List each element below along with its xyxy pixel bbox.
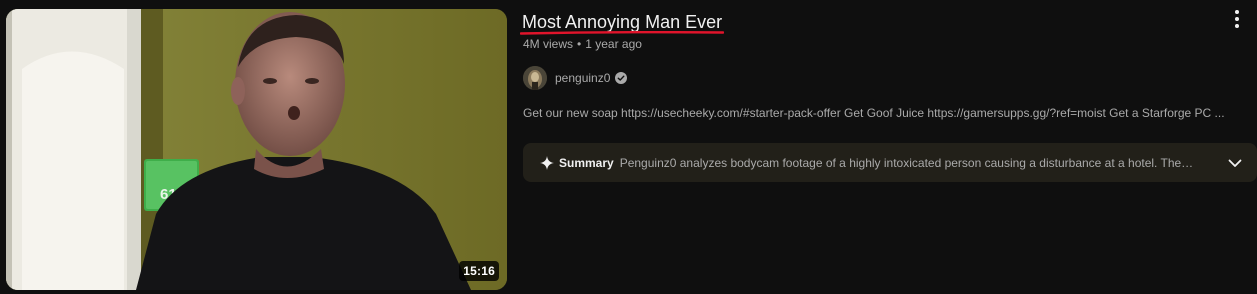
channel-name[interactable]: penguinz0 <box>555 71 610 85</box>
ai-summary-expander[interactable]: Summary Penguinz0 analyzes bodycam foota… <box>523 143 1257 182</box>
description-snippet: Get our new soap https://usecheeky.com/#… <box>523 106 1225 120</box>
video-result[interactable]: 61 15:16 Most Annoying Man Ever 4M views… <box>0 0 1257 294</box>
sparkle-icon <box>540 155 554 170</box>
verified-check-icon <box>615 72 628 84</box>
channel-info[interactable]: penguinz0 <box>523 66 628 90</box>
video-title[interactable]: Most Annoying Man Ever <box>522 11 722 33</box>
summary-label: Summary <box>559 155 614 170</box>
thumbnail-image: 61 <box>6 9 507 290</box>
avatar-image <box>523 66 547 90</box>
chevron-down-icon[interactable] <box>1227 155 1243 171</box>
meta-separator: • <box>577 37 582 51</box>
view-count: 4M views <box>523 37 574 51</box>
upload-age: 1 year ago <box>585 37 642 51</box>
more-vert-icon <box>1235 10 1239 28</box>
channel-avatar[interactable] <box>523 66 547 90</box>
duration-badge: 15:16 <box>459 261 499 281</box>
video-metadata: 4M views • 1 year ago <box>523 37 642 51</box>
summary-text: Penguinz0 analyzes bodycam footage of a … <box>619 155 1194 170</box>
video-thumbnail[interactable]: 61 15:16 <box>6 9 507 290</box>
more-actions-button[interactable] <box>1228 9 1246 29</box>
